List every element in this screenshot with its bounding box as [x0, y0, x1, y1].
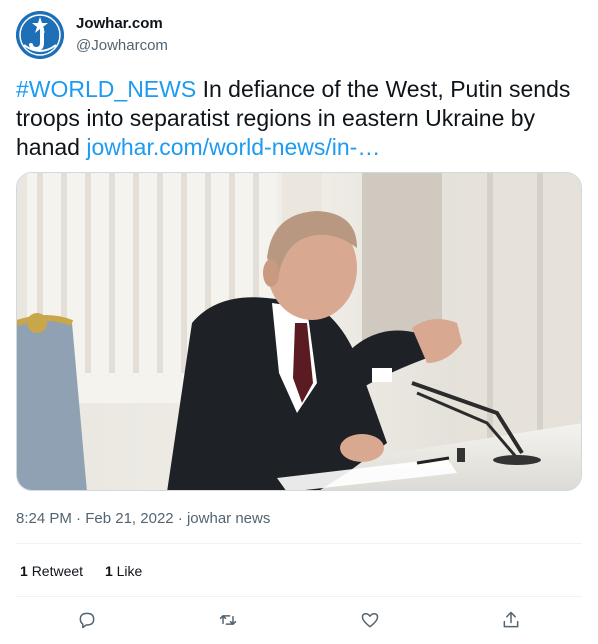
engagement-stats: 1 Retweet 1 Like — [20, 563, 160, 579]
reply-button[interactable] — [70, 604, 104, 636]
retweet-count: 1 — [20, 563, 28, 579]
like-button[interactable] — [353, 604, 387, 636]
jowhar-logo-icon — [16, 11, 64, 59]
tweet-meta: 8:24 PM · Feb 21, 2022 · jowhar news — [16, 510, 270, 527]
like-count: 1 — [104, 563, 113, 579]
tweet-time[interactable]: 8:24 PM — [16, 510, 72, 527]
retweet-stat[interactable]: 1 Retweet — [20, 563, 83, 579]
like-icon — [361, 613, 378, 628]
retweet-icon — [220, 615, 237, 625]
action-bar — [16, 604, 582, 636]
article-link[interactable]: jowhar.com/world-news/in-… — [86, 134, 380, 160]
tweet-text: #WORLD_NEWS In defiance of the West, Put… — [16, 75, 582, 162]
share-icon — [503, 611, 519, 628]
divider-bottom — [16, 596, 582, 597]
avatar[interactable] — [16, 11, 64, 59]
tweet-source[interactable]: jowhar news — [187, 510, 270, 527]
photo-image — [17, 173, 581, 490]
hashtag-link[interactable]: #WORLD_NEWS — [16, 76, 196, 102]
meta-separator: · — [71, 510, 86, 527]
meta-separator-2: · — [173, 510, 187, 527]
author-handle[interactable]: @Jowharcom — [76, 37, 168, 54]
reply-icon — [79, 612, 95, 629]
tweet-date[interactable]: Feb 21, 2022 — [85, 510, 173, 527]
like-label: Like — [116, 563, 143, 579]
retweet-label: Retweet — [31, 563, 84, 579]
author-name[interactable]: Jowhar.com — [76, 15, 163, 32]
retweet-button[interactable] — [211, 604, 245, 636]
divider-top — [16, 543, 582, 544]
tweet-photo[interactable] — [16, 172, 582, 491]
like-stat[interactable]: 1 Like — [105, 563, 142, 579]
share-button[interactable] — [494, 604, 528, 636]
